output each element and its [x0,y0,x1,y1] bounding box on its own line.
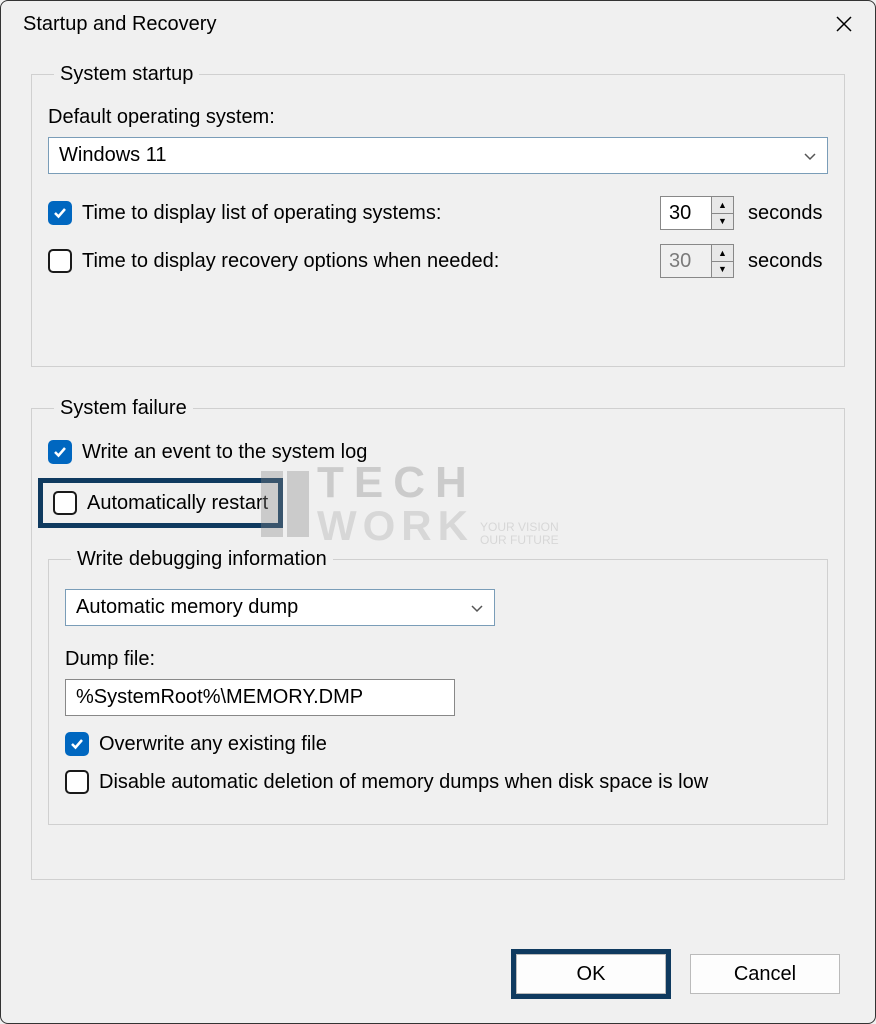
system-failure-legend: System failure [54,397,193,420]
spinner-buttons: ▲ ▼ [711,245,733,277]
default-os-label: Default operating system: [48,106,828,129]
time-recovery-spinner: 30 ▲ ▼ [660,244,734,278]
chevron-down-icon [803,149,817,163]
auto-restart-checkbox[interactable] [53,491,77,515]
spinner-up-icon: ▲ [712,245,733,262]
overwrite-checkbox[interactable] [65,732,89,756]
debug-type-value: Automatic memory dump [76,596,470,619]
disable-auto-delete-row: Disable automatic deletion of memory dum… [65,770,811,794]
dialog-buttons: OK Cancel [511,949,845,999]
titlebar: Startup and Recovery [1,1,875,43]
time-recovery-value: 30 [661,245,711,277]
disable-auto-delete-label: Disable automatic deletion of memory dum… [99,771,708,794]
disable-auto-delete-checkbox[interactable] [65,770,89,794]
time-recovery-unit: seconds [748,250,828,273]
ok-button[interactable]: OK [516,954,666,994]
system-startup-group: System startup Default operating system:… [31,63,845,367]
spinner-buttons: ▲ ▼ [711,197,733,229]
write-event-label: Write an event to the system log [82,441,367,464]
system-failure-group: System failure Write an event to the sys… [31,397,845,880]
time-os-list-unit: seconds [748,202,828,225]
debug-info-group: Write debugging information Automatic me… [48,548,828,825]
spinner-up-icon[interactable]: ▲ [712,197,733,214]
time-recovery-label: Time to display recovery options when ne… [82,250,499,273]
time-os-list-spinner[interactable]: 30 ▲ ▼ [660,196,734,230]
time-os-list-value: 30 [661,197,711,229]
spinner-down-icon[interactable]: ▼ [712,214,733,230]
overwrite-row: Overwrite any existing file [65,732,811,756]
overwrite-label: Overwrite any existing file [99,733,327,756]
dump-file-label: Dump file: [65,648,811,671]
close-icon[interactable] [831,11,857,37]
chevron-down-icon [470,601,484,615]
time-recovery-row: Time to display recovery options when ne… [48,244,828,278]
default-os-select[interactable]: Windows 11 [48,137,828,174]
dump-file-input[interactable] [65,679,455,716]
time-os-list-label: Time to display list of operating system… [82,202,441,225]
time-os-list-row: Time to display list of operating system… [48,196,828,230]
debug-type-select[interactable]: Automatic memory dump [65,589,495,626]
auto-restart-highlight: Automatically restart [38,478,283,528]
time-recovery-checkbox[interactable] [48,249,72,273]
startup-recovery-dialog: Startup and Recovery System startup Defa… [0,0,876,1024]
cancel-button[interactable]: Cancel [690,954,840,994]
default-os-value: Windows 11 [59,144,803,167]
time-os-list-checkbox[interactable] [48,201,72,225]
debug-info-legend: Write debugging information [71,548,333,571]
write-event-row: Write an event to the system log [48,440,828,464]
dialog-title: Startup and Recovery [23,13,216,36]
write-event-checkbox[interactable] [48,440,72,464]
system-startup-legend: System startup [54,63,199,86]
ok-button-highlight: OK [511,949,671,999]
auto-restart-label: Automatically restart [87,492,268,515]
dialog-content: System startup Default operating system:… [1,43,875,880]
spinner-down-icon: ▼ [712,262,733,278]
cancel-button-wrap: Cancel [685,949,845,999]
